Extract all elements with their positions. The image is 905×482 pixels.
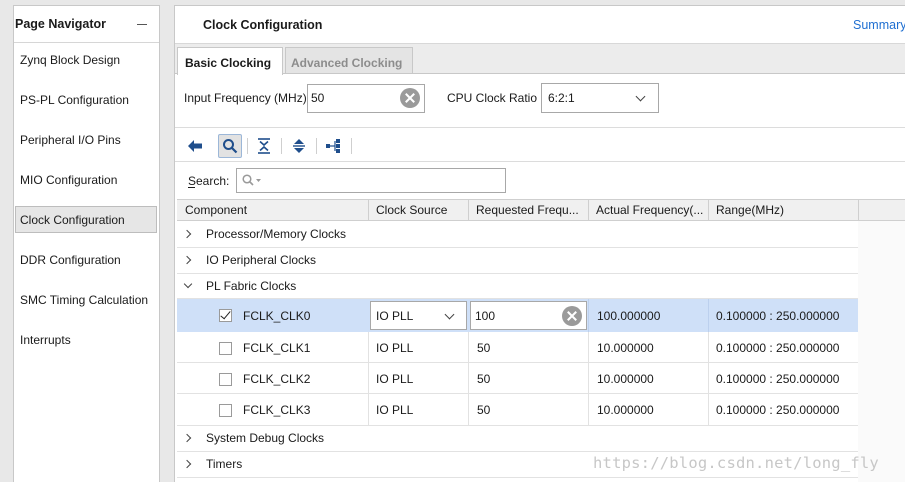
tab-advanced-clocking[interactable]: Advanced Clocking [285, 47, 413, 73]
group-row-pl-fabric-clocks[interactable]: PL Fabric Clocks [206, 279, 296, 293]
column-divider[interactable] [468, 200, 469, 221]
nav-item-smc-timing-calculation[interactable]: SMC Timing Calculation [20, 293, 148, 307]
column-header-clock-source[interactable]: Clock Source [376, 203, 447, 217]
column-divider[interactable] [708, 200, 709, 221]
page-navigator-title: Page Navigator [15, 17, 107, 31]
column-header-requested-frequency[interactable]: Requested Frequ... [476, 203, 579, 217]
search-icon [223, 139, 238, 154]
range-value: 0.100000 : 250.000000 [716, 372, 840, 386]
row-divider [177, 425, 858, 426]
row-divider [177, 393, 858, 394]
input-frequency-label: Input Frequency (MHz) [184, 91, 307, 105]
requested-frequency-value[interactable]: 50 [477, 341, 490, 355]
column-divider[interactable] [858, 200, 859, 221]
group-row-processor-memory-clocks[interactable]: Processor/Memory Clocks [206, 227, 346, 241]
clock-source-value: IO PLL [376, 309, 414, 323]
nav-item-clock-configuration[interactable]: Clock Configuration [20, 213, 125, 227]
enable-checkbox[interactable] [219, 373, 232, 386]
requested-frequency-value: 100 [475, 309, 496, 323]
divider [175, 127, 905, 128]
requested-frequency-value[interactable]: 50 [477, 403, 490, 417]
row-divider [177, 247, 858, 248]
nav-item-ddr-configuration[interactable]: DDR Configuration [20, 253, 121, 267]
group-row-io-peripheral-clocks[interactable]: IO Peripheral Clocks [206, 253, 316, 267]
clock-source-value[interactable]: IO PLL [376, 372, 413, 386]
column-header-range[interactable]: Range(MHz) [716, 203, 784, 217]
toolbar-divider [316, 138, 317, 154]
divider [175, 161, 905, 162]
input-frequency-value: 50 [311, 91, 325, 105]
toolbar-divider [351, 138, 352, 154]
column-divider [708, 332, 709, 425]
divider [14, 42, 159, 43]
column-divider[interactable] [368, 200, 369, 221]
actual-frequency-value: 10.000000 [597, 341, 654, 355]
mnemonic-underline [188, 187, 195, 188]
column-divider [588, 299, 589, 332]
nav-item-zynq-block-design[interactable]: Zynq Block Design [20, 53, 120, 67]
row-component-name: FCLK_CLK3 [243, 403, 311, 417]
clear-icon[interactable] [562, 306, 582, 326]
expand-all-icon[interactable] [292, 138, 306, 154]
cpu-clock-ratio-value: 6:2:1 [548, 91, 575, 105]
table-empty-area [858, 221, 905, 482]
clock-source-value[interactable]: IO PLL [376, 341, 413, 355]
column-divider [468, 332, 469, 425]
clear-icon[interactable] [400, 88, 420, 108]
row-divider [177, 477, 858, 478]
page-navigator-panel [13, 5, 160, 482]
actual-frequency-value: 100.000000 [597, 309, 661, 323]
hierarchy-icon[interactable] [326, 139, 342, 153]
collapse-all-icon[interactable] [257, 138, 271, 154]
requested-frequency-value[interactable]: 50 [477, 372, 490, 386]
nav-item-peripheral-io-pins[interactable]: Peripheral I/O Pins [20, 133, 121, 147]
range-value: 0.100000 : 250.000000 [716, 309, 840, 323]
column-header-actual-frequency[interactable]: Actual Frequency(... [596, 203, 703, 217]
range-value: 0.100000 : 250.000000 [716, 341, 840, 355]
search-icon [242, 174, 261, 186]
watermark: https://blog.csdn.net/long_fly [593, 454, 879, 472]
nav-item-interrupts[interactable]: Interrupts [20, 333, 71, 347]
search-label: Search: [188, 174, 230, 188]
back-arrow-icon[interactable] [187, 139, 203, 153]
clock-source-value[interactable]: IO PLL [376, 403, 413, 417]
row-component-name: FCLK_CLK2 [243, 372, 311, 386]
column-divider [588, 332, 589, 425]
summary-link[interactable]: Summary [853, 18, 905, 32]
actual-frequency-value: 10.000000 [597, 403, 654, 417]
column-divider [708, 299, 709, 332]
toolbar-divider [247, 138, 248, 154]
enable-checkbox[interactable] [219, 404, 232, 417]
group-row-timers[interactable]: Timers [206, 457, 242, 471]
minimize-icon[interactable] [137, 24, 147, 25]
page-title: Clock Configuration [203, 18, 323, 32]
toolbar-divider [281, 138, 282, 154]
enable-checkbox[interactable] [219, 342, 232, 355]
column-divider[interactable] [588, 200, 589, 221]
actual-frequency-value: 10.000000 [597, 372, 654, 386]
column-divider [368, 332, 369, 425]
nav-item-ps-pl-configuration[interactable]: PS-PL Configuration [20, 93, 129, 107]
nav-item-mio-configuration[interactable]: MIO Configuration [20, 173, 117, 187]
row-component-name: FCLK_CLK0 [243, 309, 311, 323]
search-input[interactable] [236, 168, 506, 193]
group-row-system-debug-clocks[interactable]: System Debug Clocks [206, 431, 324, 445]
row-divider [177, 273, 858, 274]
row-component-name: FCLK_CLK1 [243, 341, 311, 355]
column-header-component[interactable]: Component [185, 203, 247, 217]
range-value: 0.100000 : 250.000000 [716, 403, 840, 417]
table-header-filler [858, 199, 905, 221]
row-divider [177, 451, 858, 452]
cpu-clock-ratio-label: CPU Clock Ratio [447, 91, 538, 105]
row-divider [177, 362, 858, 363]
tab-basic-clocking[interactable]: Basic Clocking [177, 47, 283, 75]
